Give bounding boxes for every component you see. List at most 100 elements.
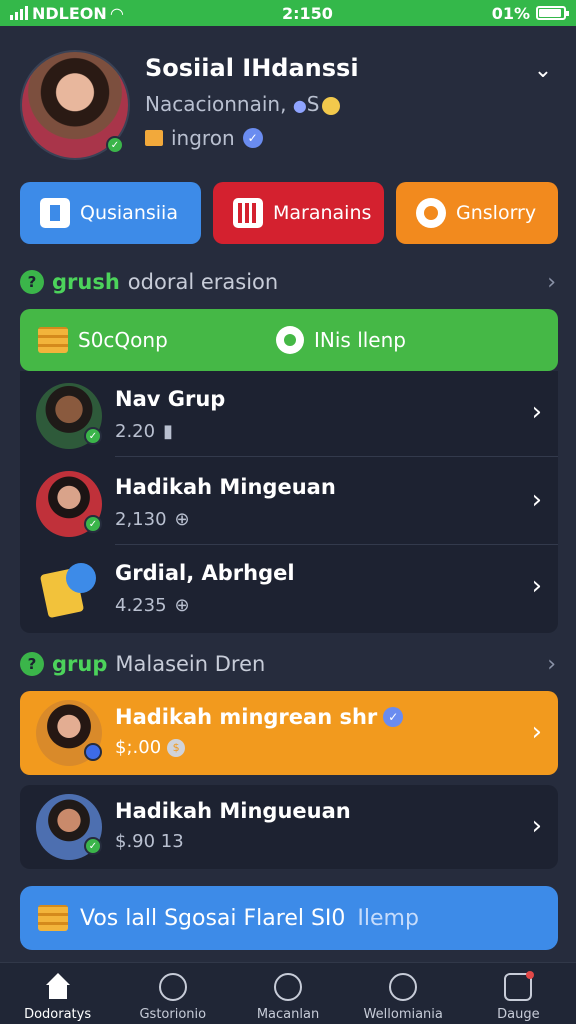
- wifi-icon: ◠: [110, 3, 124, 23]
- chevron-right-icon: ›: [547, 269, 556, 295]
- list-item-count: 2,130: [115, 509, 167, 530]
- list-item-title: Hadikah Mingueuan: [115, 799, 351, 823]
- carrier-label: NDLEON: [32, 3, 107, 23]
- nav-item-notifications[interactable]: Dauge: [461, 963, 576, 1024]
- nav-item-explore[interactable]: Gstorionio: [115, 963, 230, 1024]
- list-item[interactable]: ✓ Nav Grup 2.20 ▮ ›: [20, 371, 558, 457]
- divider: [115, 456, 558, 457]
- profile-subtitle-text: Nacacionnain,: [145, 92, 287, 116]
- nav-item-label: Dauge: [497, 1007, 540, 1022]
- group-action-right-label: INis llenp: [314, 328, 406, 352]
- document-icon: [40, 198, 70, 228]
- battery-icon: [536, 6, 569, 20]
- featured-price: $;.00: [115, 737, 162, 758]
- list-item-title: Grdial, Abrhgel: [115, 561, 295, 585]
- profile-tag: ingron ✓: [145, 126, 263, 150]
- bookmark-icon: ▮: [163, 421, 173, 442]
- dollar-icon: $: [167, 738, 186, 757]
- nav-item-label: Macanlan: [256, 1007, 320, 1022]
- emoji-icon: ●: [292, 96, 307, 115]
- section-2-accent: grup: [52, 652, 108, 676]
- nav-item-home[interactable]: Dodoratys: [0, 963, 115, 1024]
- chevron-right-icon: ›: [531, 397, 542, 427]
- group-action-left[interactable]: S0cQonp: [38, 327, 168, 353]
- group-action-left-label: S0cQonp: [78, 328, 168, 352]
- online-status-icon: ✓: [84, 427, 102, 445]
- coin-icon: [321, 96, 340, 115]
- action-button-2-label: Maranains: [273, 202, 372, 224]
- list-item-count: 4.235: [115, 595, 167, 616]
- profile-header: ✓ Sosiial IHdanssi Nacacionnain, ●S ingr…: [0, 26, 576, 176]
- online-status-icon: ✓: [84, 515, 102, 533]
- featured-item[interactable]: Hadikah mingrean shr ✓ $;.00 $ ›: [20, 691, 558, 775]
- chevron-right-icon: ›: [531, 485, 542, 515]
- action-button-3[interactable]: Gnslorry: [396, 182, 558, 244]
- promo-muted-text: Ilemp: [357, 905, 419, 931]
- nav-item-label: Dodoratys: [24, 1007, 92, 1022]
- bottom-navigation: Dodoratys Gstorionio Macanlan Wellomiani…: [0, 962, 576, 1024]
- globe-icon: ⊕: [174, 509, 190, 530]
- status-bar: NDLEON ◠ 2:150 01%: [0, 0, 576, 26]
- list-item[interactable]: ✓ Hadikah Mingueuan $.90 13 ›: [20, 785, 558, 869]
- location-icon: [416, 198, 446, 228]
- treasure-box-icon: [38, 327, 68, 353]
- list-item[interactable]: ✓ Hadikah Mingeuan 2,130 ⊕ ›: [20, 459, 558, 545]
- calendar-icon: [233, 198, 263, 228]
- notification-icon: [504, 971, 535, 1001]
- verified-icon: ✓: [383, 707, 404, 727]
- chevron-right-icon: ›: [547, 651, 556, 677]
- action-button-1-label: Qusiansiia: [80, 202, 178, 224]
- profile-name: Sosiial IHdanssi: [145, 54, 359, 82]
- list-item-meta: 2.20 ▮: [115, 421, 173, 442]
- verified-icon: ✓: [242, 128, 263, 148]
- promo-text: Vos lall Sgosai Flarel SI0: [80, 905, 346, 931]
- game-disc-icon: [66, 563, 96, 593]
- nav-item-label: Gstorionio: [139, 1007, 207, 1022]
- signal-icon: [10, 6, 28, 20]
- online-status-icon: ✓: [84, 837, 102, 855]
- section-1-accent: grush: [52, 270, 120, 294]
- list-item-meta: 2,130 ⊕: [115, 509, 190, 530]
- profile-subtitle: Nacacionnain, ●S: [145, 92, 340, 116]
- profile-tag-text: ingron: [171, 126, 235, 150]
- online-status-icon: ✓: [106, 136, 124, 154]
- group-list: ✓ Nav Grup 2.20 ▮ › ✓ Hadikah Mingeuan 2…: [20, 371, 558, 633]
- action-button-1[interactable]: Qusiansiia: [20, 182, 201, 244]
- nav-item-shield[interactable]: Wellomiania: [346, 963, 461, 1024]
- shield-icon: [389, 973, 418, 1001]
- nav-item-label: Wellomiania: [363, 1007, 443, 1022]
- clock-icon: [274, 973, 302, 1001]
- avatar: [36, 557, 102, 623]
- action-button-3-label: Gnslorry: [456, 202, 537, 224]
- treasure-box-icon: [38, 905, 68, 931]
- nav-item-clock[interactable]: Macanlan: [230, 963, 345, 1024]
- status-left: NDLEON ◠: [10, 4, 123, 23]
- list-item-count: 2.20: [115, 421, 156, 442]
- list-item-meta: $.90 13: [115, 831, 184, 852]
- featured-title: Hadikah mingrean shr ✓: [115, 705, 404, 729]
- chevron-right-icon: ›: [531, 811, 542, 841]
- battery-percent: 01%: [491, 3, 530, 23]
- list-item-title: Nav Grup: [115, 387, 226, 411]
- profile-subtitle-suffix: S: [306, 92, 320, 116]
- question-icon: ?: [20, 652, 44, 676]
- promo-banner[interactable]: Vos lall Sgosai Flarel SI0 Ilemp: [20, 886, 558, 950]
- action-button-2[interactable]: Maranains: [213, 182, 384, 244]
- status-time: 2:150: [281, 3, 333, 23]
- chevron-right-icon: ›: [531, 717, 542, 747]
- chevron-right-icon: ›: [531, 571, 542, 601]
- chat-icon: [276, 326, 304, 354]
- list-item-title: Hadikah Mingeuan: [115, 475, 336, 499]
- featured-title-text: Hadikah mingrean shr: [115, 705, 378, 729]
- list-item-meta: 4.235 ⊕: [115, 595, 190, 616]
- section-header-2[interactable]: ? grup Malasein Dren ›: [20, 649, 558, 679]
- box-icon: [145, 130, 163, 146]
- section-2-title: Malasein Dren: [115, 652, 266, 676]
- section-header-1[interactable]: ? grush odoral erasion ›: [20, 267, 558, 297]
- location-pin-icon: [158, 973, 187, 1001]
- globe-icon: ⊕: [174, 595, 190, 616]
- chevron-down-icon[interactable]: ⌄: [530, 58, 556, 84]
- status-right: 01%: [491, 3, 569, 23]
- list-item[interactable]: Grdial, Abrhgel 4.235 ⊕ ›: [20, 545, 558, 631]
- group-action-right[interactable]: INis llenp: [276, 326, 406, 354]
